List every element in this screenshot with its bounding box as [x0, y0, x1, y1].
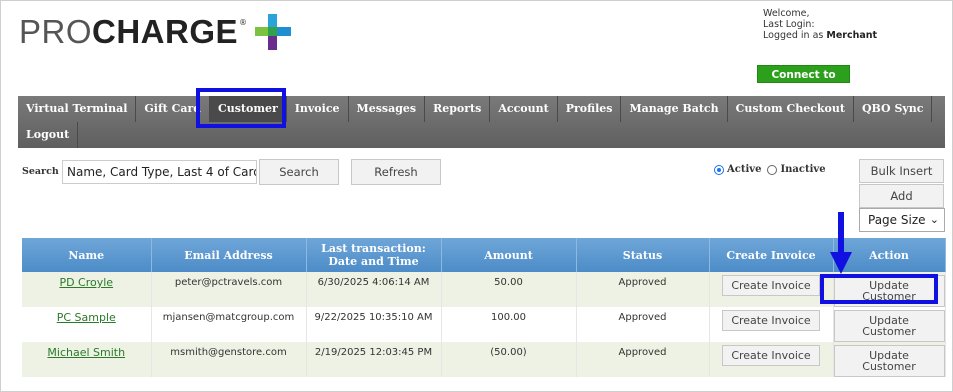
- cell-name: PD Croyle: [22, 272, 152, 307]
- logged-in-prefix: Logged in as: [763, 30, 824, 41]
- cell-name: PC Sample: [22, 307, 152, 342]
- customer-name-link[interactable]: Michael Smith: [47, 346, 125, 359]
- nav-item-qbo-sync[interactable]: QBO Sync: [854, 96, 933, 122]
- cell-action: Update Customer: [833, 307, 946, 342]
- main-nav: Virtual Terminal Gift Card Customer Invo…: [18, 96, 945, 148]
- cell-create-invoice: Create Invoice: [709, 342, 834, 377]
- status-filter: Active Inactive: [714, 164, 832, 175]
- nav-item-invoice[interactable]: Invoice: [287, 96, 349, 122]
- connect-qbo-button[interactable]: Connect to QBO: [757, 65, 850, 99]
- chevron-down-icon: ⌄: [929, 213, 939, 226]
- logged-in-line: Logged in as Merchant: [763, 30, 877, 41]
- logo-charge-text: CHARGE: [92, 13, 239, 50]
- nav-item-manage-batch[interactable]: Manage Batch: [621, 96, 728, 122]
- table-row: Michael Smith msmith@genstore.com 2/19/2…: [22, 342, 946, 377]
- nav-item-custom-checkout[interactable]: Custom Checkout: [728, 96, 854, 122]
- logo-pro-text: PRO: [19, 13, 93, 50]
- nav-item-reports[interactable]: Reports: [425, 96, 491, 122]
- create-invoice-button[interactable]: Create Invoice: [722, 345, 820, 366]
- cell-status: Approved: [576, 272, 710, 307]
- cell-last-transaction: 6/30/2025 4:06:14 AM: [306, 272, 442, 307]
- customer-name-link[interactable]: PD Croyle: [59, 276, 113, 289]
- inactive-radio[interactable]: [767, 164, 778, 175]
- add-button[interactable]: Add: [859, 184, 944, 208]
- cell-amount: 100.00: [441, 307, 577, 342]
- nav-item-account[interactable]: Account: [490, 96, 558, 122]
- cell-amount: 50.00: [441, 272, 577, 307]
- column-header-status[interactable]: Status: [576, 238, 710, 272]
- active-radio-label: Active: [727, 164, 762, 175]
- column-header-create-invoice: Create Invoice: [709, 238, 834, 272]
- table-row: PC Sample mjansen@matcgroup.com 9/22/202…: [22, 307, 946, 342]
- cell-email: msmith@genstore.com: [151, 342, 307, 377]
- cell-last-transaction: 9/22/2025 10:35:10 AM: [306, 307, 442, 342]
- page-size-label: Page Size: [868, 213, 926, 227]
- cell-email: peter@pctravels.com: [151, 272, 307, 307]
- cell-status: Approved: [576, 307, 710, 342]
- search-button[interactable]: Search: [259, 159, 339, 185]
- create-invoice-button[interactable]: Create Invoice: [722, 310, 820, 331]
- update-customer-button[interactable]: Update Customer: [833, 310, 945, 342]
- column-header-name[interactable]: Name: [22, 238, 152, 272]
- cell-create-invoice: Create Invoice: [709, 272, 834, 307]
- arrow-down-icon: [830, 212, 852, 274]
- cell-status: Approved: [576, 342, 710, 377]
- refresh-button[interactable]: Refresh: [351, 159, 441, 185]
- nav-item-profiles[interactable]: Profiles: [558, 96, 622, 122]
- search-input[interactable]: [62, 160, 257, 184]
- logo-cross-icon: [255, 14, 292, 50]
- welcome-text: Welcome,: [763, 8, 810, 19]
- bulk-insert-button[interactable]: Bulk Insert: [859, 159, 944, 183]
- create-invoice-button[interactable]: Create Invoice: [722, 275, 820, 296]
- logged-in-user: Merchant: [826, 30, 878, 41]
- column-header-amount[interactable]: Amount: [441, 238, 577, 272]
- welcome-panel: Welcome, Last Login: Logged in as Mercha…: [763, 8, 877, 41]
- nav-item-logout[interactable]: Logout: [18, 122, 79, 148]
- update-customer-button[interactable]: Update Customer: [833, 345, 945, 377]
- page-size-select[interactable]: Page Size ⌄: [859, 208, 945, 232]
- column-header-email[interactable]: Email Address: [151, 238, 307, 272]
- inactive-radio-label: Inactive: [780, 164, 826, 175]
- nav-row-2: Logout: [18, 122, 79, 148]
- search-label: Search: [22, 166, 59, 177]
- cell-last-transaction: 2/19/2025 12:03:45 PM: [306, 342, 442, 377]
- cell-email: mjansen@matcgroup.com: [151, 307, 307, 342]
- procharge-logo: PRO CHARGE ®: [19, 12, 292, 52]
- active-radio[interactable]: [714, 164, 724, 175]
- cell-name: Michael Smith: [22, 342, 152, 377]
- cell-create-invoice: Create Invoice: [709, 307, 834, 342]
- update-customer-highlight-box: [820, 274, 938, 304]
- customer-name-link[interactable]: PC Sample: [57, 311, 116, 324]
- customer-highlight-box: [196, 88, 286, 128]
- customer-table: Name Email Address Last transaction: Dat…: [22, 238, 946, 377]
- cell-amount: (50.00): [441, 342, 577, 377]
- nav-item-virtual-terminal[interactable]: Virtual Terminal: [18, 96, 137, 122]
- nav-row-1: Virtual Terminal Gift Card Customer Invo…: [18, 96, 933, 122]
- table-header-row: Name Email Address Last transaction: Dat…: [22, 238, 946, 272]
- logo-registered-mark: ®: [239, 17, 248, 27]
- table-row: PD Croyle peter@pctravels.com 6/30/2025 …: [22, 272, 946, 307]
- nav-item-messages[interactable]: Messages: [349, 96, 426, 122]
- column-header-last-transaction[interactable]: Last transaction: Date and Time: [306, 238, 442, 272]
- cell-action: Update Customer: [833, 342, 946, 377]
- last-login-text: Last Login:: [763, 19, 815, 30]
